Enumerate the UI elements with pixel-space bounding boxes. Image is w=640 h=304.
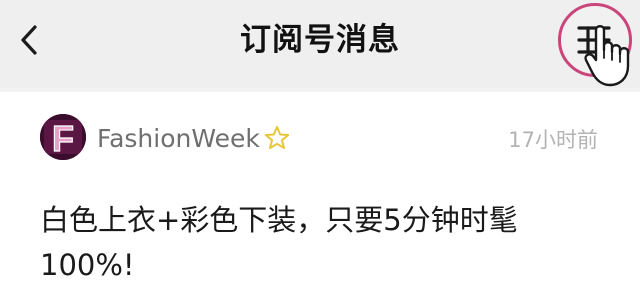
account-name[interactable]: FashionWeek [97, 123, 260, 155]
message-card[interactable]: F FashionWeek 17小时前 白色上衣+彩色下装，只要5分钟时髦100… [0, 92, 640, 304]
svg-text:F: F [52, 118, 74, 159]
menu-button[interactable] [556, 0, 640, 88]
avatar[interactable]: F [40, 114, 86, 160]
page-title: 订阅号消息 [240, 22, 400, 58]
navigation-bar: 订阅号消息 [0, 0, 640, 88]
fashionweek-logo: F [40, 114, 86, 160]
message-headline[interactable]: 白色上衣+彩色下装，只要5分钟时髦100%! [40, 198, 580, 288]
hand-pointer-icon [584, 25, 630, 87]
message-timestamp: 17小时前 [508, 128, 598, 152]
subscription-messages-screen: 订阅号消息 F FashionWeek 17小时前 白色上衣+彩色下装，只要5分… [0, 0, 640, 304]
star-outline-icon[interactable] [264, 125, 290, 151]
